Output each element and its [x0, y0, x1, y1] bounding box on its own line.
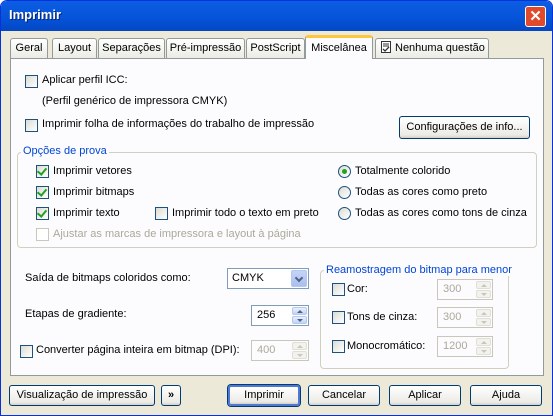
all-grayscale-label: Todas as cores como tons de cinza — [355, 207, 527, 219]
document-check-icon — [381, 41, 391, 53]
tab-separacoes[interactable]: Separações — [98, 38, 165, 58]
print-text-checkbox[interactable] — [36, 207, 49, 220]
downsample-color-checkbox[interactable] — [332, 283, 345, 296]
downsample-mono-label: Monocromático: — [347, 340, 426, 352]
arrow-down-icon — [297, 354, 303, 357]
check-mark-icon — [36, 165, 48, 176]
info-settings-button[interactable]: Configurações de info... — [399, 116, 530, 139]
info-sheet-label: Imprimir folha de informações do trabalh… — [42, 118, 315, 130]
spin-up-button[interactable] — [476, 338, 491, 346]
print-vectors-label: Imprimir vetores — [53, 165, 132, 177]
print-bitmaps-label: Imprimir bitmaps — [53, 186, 135, 198]
spin-up-button[interactable] — [476, 281, 491, 289]
radio-dot-icon — [342, 169, 347, 174]
print-vectors-checkbox[interactable] — [36, 165, 49, 178]
print-button[interactable]: Imprimir — [228, 385, 300, 406]
arrow-up-icon — [297, 310, 303, 313]
arrow-down-icon — [481, 321, 487, 324]
arrow-up-icon — [481, 312, 487, 315]
downsample-gray-stepper[interactable]: 300 — [437, 307, 493, 328]
downsample-mono-stepper[interactable]: 1200 — [437, 336, 493, 357]
convert-bitmap-label: Converter página inteira em bitmap (DPI)… — [36, 344, 240, 356]
all-black-radio[interactable] — [338, 186, 351, 199]
print-preview-button[interactable]: Visualização de impressão — [9, 385, 155, 406]
check-mark-icon — [36, 207, 48, 218]
tab-label: Nenhuma questão — [395, 42, 485, 54]
print-text-label: Imprimir texto — [53, 207, 120, 219]
bitmap-output-select[interactable]: CMYK — [227, 268, 309, 289]
apply-button[interactable]: Aplicar — [389, 385, 461, 406]
downsample-color-value: 300 — [443, 283, 462, 295]
convert-dpi-value: 400 — [257, 344, 276, 356]
downsample-title: Reamostragem do bitmap para menor — [324, 264, 514, 276]
downsample-gray-label: Tons de cinza: — [347, 311, 418, 323]
all-text-black-checkbox[interactable] — [155, 207, 168, 220]
cancel-button[interactable]: Cancelar — [308, 385, 380, 406]
info-sheet-checkbox[interactable] — [25, 119, 38, 132]
spin-down-button[interactable] — [476, 318, 491, 326]
arrow-up-icon — [481, 284, 487, 287]
spin-up-button[interactable] — [292, 342, 307, 350]
spin-up-button[interactable] — [292, 307, 307, 315]
downsample-mono-checkbox[interactable] — [332, 340, 345, 353]
arrow-down-icon — [481, 350, 487, 353]
chevron-down-icon — [294, 273, 304, 283]
bitmap-output-value: CMYK — [232, 272, 264, 284]
tab-miscelanea[interactable]: Miscelânea — [305, 35, 373, 59]
proof-options-title: Opções de prova — [21, 145, 109, 157]
adjust-marks-checkbox[interactable] — [36, 228, 49, 241]
tab-nenhuma-questao[interactable]: Nenhuma questão — [375, 38, 489, 58]
spin-down-button[interactable] — [292, 351, 307, 359]
tab-geral[interactable]: Geral — [10, 38, 48, 58]
tab-pre-impressao[interactable]: Pré-impressão — [166, 38, 245, 58]
all-text-black-label: Imprimir todo o texto em preto — [172, 207, 319, 219]
help-button[interactable]: Ajuda — [470, 385, 542, 406]
arrow-down-icon — [481, 293, 487, 296]
full-color-radio[interactable] — [338, 165, 351, 178]
misc-panel: Aplicar perfil ICC: (Perfil genérico de … — [10, 58, 544, 376]
arrow-up-icon — [481, 341, 487, 344]
tab-layout[interactable]: Layout — [52, 38, 97, 58]
print-bitmaps-checkbox[interactable] — [36, 186, 49, 199]
arrow-down-icon — [297, 319, 303, 322]
expand-button[interactable]: » — [161, 385, 181, 406]
spin-down-button[interactable] — [476, 347, 491, 355]
dropdown-button[interactable] — [291, 270, 307, 287]
check-mark-icon — [36, 186, 48, 197]
adjust-marks-label: Ajustar as marcas de impressora e layout… — [53, 228, 301, 240]
downsample-gray-value: 300 — [443, 311, 462, 323]
window-title: Imprimir — [9, 7, 62, 22]
arrow-up-icon — [297, 345, 303, 348]
full-color-label: Totalmente colorido — [355, 165, 451, 177]
icc-checkbox[interactable] — [25, 75, 38, 88]
bitmap-output-label: Saída de bitmaps coloridos como: — [25, 272, 191, 284]
gradient-steps-value: 256 — [257, 309, 276, 321]
convert-bitmap-checkbox[interactable] — [20, 345, 33, 358]
downsample-mono-value: 1200 — [443, 340, 468, 352]
icc-profile-text: (Perfil genérico de impressora CMYK) — [42, 95, 228, 107]
spin-down-button[interactable] — [292, 316, 307, 324]
all-black-label: Todas as cores como preto — [355, 186, 488, 198]
convert-dpi-stepper[interactable]: 400 — [251, 340, 309, 361]
all-grayscale-radio[interactable] — [338, 207, 351, 220]
downsample-color-label: Cor: — [347, 283, 368, 295]
tab-postscript[interactable]: PostScript — [246, 38, 305, 58]
gradient-steps-label: Etapas de gradiente: — [25, 308, 127, 320]
title-bar[interactable]: Imprimir ✕ — [1, 1, 552, 31]
close-button[interactable]: ✕ — [525, 6, 546, 27]
spin-up-button[interactable] — [476, 309, 491, 317]
downsample-color-stepper[interactable]: 300 — [437, 279, 493, 300]
spin-down-button[interactable] — [476, 290, 491, 298]
downsample-gray-checkbox[interactable] — [332, 311, 345, 324]
icc-label: Aplicar perfil ICC: — [42, 74, 128, 86]
gradient-steps-stepper[interactable]: 256 — [251, 305, 309, 326]
print-dialog: Imprimir ✕ Geral Layout Separações Pré-i… — [0, 0, 553, 416]
